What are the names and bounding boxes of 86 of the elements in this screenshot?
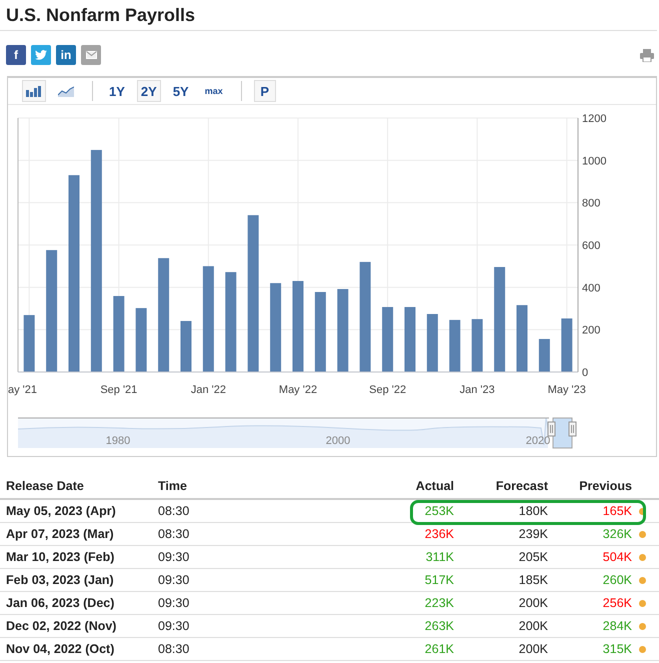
print-icon[interactable]	[640, 48, 654, 62]
table-cell-text: May 05, 2023 (Apr)	[5, 504, 117, 518]
table-cell-text: 315K	[602, 642, 632, 656]
table-cell-text: Jan 06, 2023 (Dec)	[5, 596, 116, 610]
table-cell-text: 08:30	[158, 642, 190, 656]
column-header: Release Date	[5, 479, 85, 493]
table-cell-text: 284K	[602, 619, 632, 633]
table-cell-text: 08:30	[158, 527, 190, 541]
table-cell-text: 261K	[424, 642, 454, 656]
bar	[472, 319, 483, 372]
column-header: Forecast	[494, 479, 548, 493]
table-cell-text: Dec 02, 2022 (Nov)	[5, 619, 118, 633]
table-cell-text: Feb 03, 2023 (Jan)	[5, 573, 115, 587]
table-cell-text: Nov 04, 2022 (Oct)	[5, 642, 116, 656]
table-cell-text: 09:30	[158, 550, 190, 564]
email-share-button[interactable]	[81, 45, 101, 65]
bar	[538, 338, 550, 372]
table-cell-text: 253K	[424, 504, 454, 518]
table-cell-text: 311K	[424, 550, 454, 564]
x-tick-label: May '23	[548, 384, 586, 396]
table-cell-text: 260K	[602, 573, 632, 587]
y-tick-label: 400	[582, 282, 600, 294]
table-cell-text: 263K	[424, 619, 454, 633]
range-button[interactable]: 2Y	[136, 80, 161, 102]
x-tick-label: Jan '23	[460, 384, 495, 396]
x-tick-label: ay '21	[8, 384, 38, 396]
bar	[24, 315, 35, 372]
bar-chart-button[interactable]	[22, 80, 46, 102]
column-header: Actual	[414, 479, 454, 493]
range-button[interactable]: 1Y	[105, 80, 129, 102]
table-cell-text: 185K	[518, 573, 548, 587]
y-tick-label: 600	[582, 240, 600, 252]
table-cell-text: 09:30	[158, 619, 190, 633]
bird-icon	[35, 50, 47, 60]
x-tick-label: Sep '22	[369, 384, 406, 396]
navigator-year-label: 1980	[106, 435, 130, 447]
range-button[interactable]: max	[200, 80, 227, 102]
table-cell-text: 180K	[518, 504, 548, 518]
x-tick-label: May '22	[278, 384, 318, 396]
share-button[interactable]	[31, 45, 51, 65]
table-cell-text: Mar 10, 2023 (Feb)	[5, 550, 116, 564]
area-chart-icon	[58, 85, 74, 97]
table-cell-text: 504K	[602, 550, 632, 564]
table-cell-text: 200K	[518, 596, 548, 610]
y-tick-label: 1000	[582, 155, 606, 168]
table-cell-text: 200K	[518, 642, 548, 656]
table-cell-text: 256K	[602, 596, 632, 610]
table-cell-text: 09:30	[158, 596, 190, 610]
table-cell-text: 236K	[424, 527, 454, 541]
handle[interactable]	[568, 422, 576, 436]
bar	[426, 314, 438, 372]
x-tick-label: Jan '22	[190, 384, 226, 396]
y-tick-label: 1200	[582, 113, 606, 125]
table-cell-text: 223K	[424, 596, 454, 610]
y-tick-label: 0	[582, 367, 588, 379]
column-header: Previous	[578, 479, 632, 493]
share-button[interactable]: in	[56, 45, 76, 65]
y-tick-label: 800	[582, 198, 600, 210]
table-cell-text: 239K	[518, 527, 548, 541]
y-tick-label: 200	[582, 324, 600, 337]
table-cell-text: 165K	[602, 504, 632, 518]
column-header: Time	[158, 479, 188, 493]
bar	[404, 307, 416, 372]
page-title: U.S. Nonfarm Payrolls	[0, 0, 657, 31]
table-cell-text: Apr 07, 2023 (Mar)	[5, 527, 115, 541]
x-tick-label: Sep '21	[100, 384, 138, 396]
bar	[180, 321, 192, 372]
envelope-icon	[86, 51, 96, 59]
share-button[interactable]: f	[6, 45, 26, 65]
table-cell-text: 09:30	[158, 573, 190, 587]
bar-chart-icon	[26, 85, 42, 97]
bar	[561, 318, 572, 372]
bar	[382, 307, 394, 372]
p-button[interactable]: P	[254, 80, 276, 102]
bar	[516, 305, 528, 372]
table-cell-text: 326K	[602, 527, 632, 541]
table-cell-text: 205K	[518, 550, 548, 564]
handle[interactable]	[548, 422, 556, 436]
range-button[interactable]: 5Y	[168, 80, 193, 102]
navigator-year-label: 2020	[526, 435, 550, 447]
navigator-year-label: 2000	[326, 435, 350, 447]
bar	[449, 320, 460, 372]
table-cell-text: 517K	[424, 573, 454, 587]
table-cell-text: 08:30	[158, 504, 190, 518]
bar	[136, 308, 147, 372]
table-cell-text: 200K	[518, 619, 548, 633]
